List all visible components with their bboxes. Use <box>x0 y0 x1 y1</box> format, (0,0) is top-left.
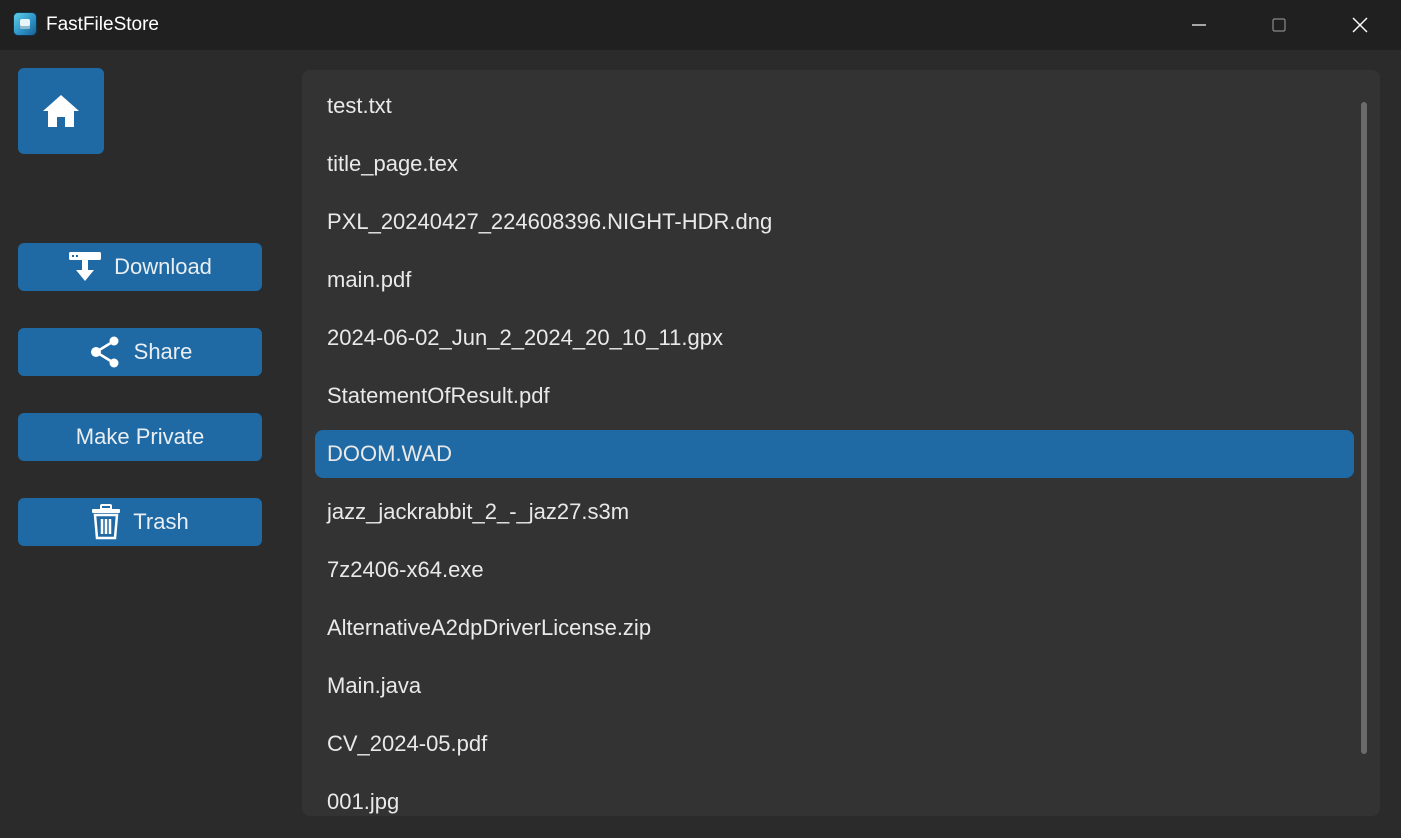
file-list-item[interactable]: Main.java <box>315 662 1354 710</box>
main-content: Download Share Make Private Trash test.t… <box>0 50 1401 838</box>
minimize-icon <box>1192 24 1206 26</box>
title-bar[interactable]: FastFileStore <box>0 0 1401 50</box>
scrollbar-thumb[interactable] <box>1361 102 1367 754</box>
file-list-item[interactable]: 001.jpg <box>315 778 1354 816</box>
home-button[interactable] <box>18 68 104 154</box>
file-list-item[interactable]: 7z2406-x64.exe <box>315 546 1354 594</box>
scrollbar[interactable] <box>1361 102 1367 754</box>
file-list-item[interactable]: DOOM.WAD <box>315 430 1354 478</box>
download-icon <box>68 251 102 283</box>
trash-icon <box>91 504 121 540</box>
file-list: test.txt title_page.tex PXL_20240427_22460… <box>315 70 1355 816</box>
file-list-item[interactable]: 2024-06-02_Jun_2_2024_20_10_11.gpx <box>315 314 1354 362</box>
share-button-label: Share <box>133 339 193 364</box>
file-list-item[interactable]: StatementOfResult.pdf <box>315 372 1354 420</box>
share-button[interactable]: Share <box>18 328 262 376</box>
file-list-item[interactable]: PXL_20240427_224608396.NIGHT-HDR.dng <box>315 198 1354 246</box>
trash-button-label: Trash <box>133 509 189 534</box>
window-title: FastFileStore <box>46 14 159 35</box>
share-icon <box>88 336 122 368</box>
file-list-item[interactable]: test.txt <box>315 82 1354 130</box>
app-icon <box>13 12 37 36</box>
trash-button[interactable]: Trash <box>18 498 262 546</box>
minimize-button[interactable] <box>1159 0 1239 50</box>
file-list-panel: test.txt title_page.tex PXL_20240427_22460… <box>302 70 1380 816</box>
download-button-label: Download <box>114 254 212 279</box>
app-window: FastFileStore Download Share Make Privat… <box>0 0 1401 838</box>
sidebar: Download Share Make Private Trash <box>0 50 290 838</box>
close-button[interactable] <box>1320 0 1400 50</box>
make-private-button-label: Make Private <box>75 424 205 449</box>
file-list-item[interactable]: jazz_jackrabbit_2_-_jaz27.s3m <box>315 488 1354 536</box>
file-list-item[interactable]: main.pdf <box>315 256 1354 304</box>
file-list-item[interactable]: title_page.tex <box>315 140 1354 188</box>
maximize-button[interactable] <box>1239 0 1319 50</box>
home-icon <box>43 95 79 127</box>
close-icon <box>1352 17 1368 33</box>
file-list-item[interactable]: AlternativeA2dpDriverLicense.zip <box>315 604 1354 652</box>
make-private-button[interactable]: Make Private <box>18 413 262 461</box>
download-button[interactable]: Download <box>18 243 262 291</box>
maximize-icon <box>1272 18 1286 32</box>
file-list-item[interactable]: CV_2024-05.pdf <box>315 720 1354 768</box>
